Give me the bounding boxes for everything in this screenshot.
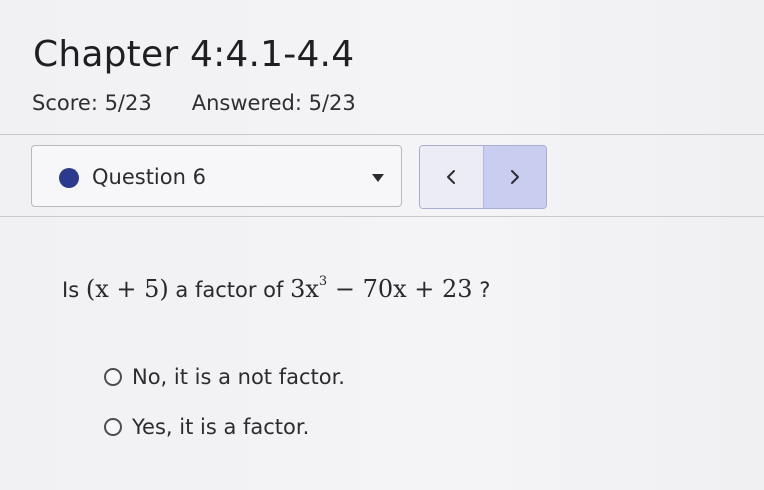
question-prompt: Is (x + 5) a factor of 3x3 − 70x + 23 ? bbox=[62, 262, 490, 310]
question-middle-text: a factor of bbox=[175, 278, 284, 302]
assignment-page: Chapter 4:4.1-4.4 Score: 5/23 Answered: 5… bbox=[0, 0, 764, 490]
next-question-button[interactable] bbox=[483, 146, 546, 208]
header-divider bbox=[0, 134, 764, 135]
question-factor-expression: (x + 5) bbox=[85, 275, 169, 303]
question-polynomial: 3x3 − 70x + 23 bbox=[290, 274, 473, 303]
question-selector-label: Question 6 bbox=[92, 165, 206, 189]
previous-question-button[interactable] bbox=[420, 146, 484, 208]
answer-option-yes[interactable]: Yes, it is a factor. bbox=[104, 412, 309, 442]
chevron-left-icon bbox=[447, 170, 456, 184]
polynomial-remaining-terms: − 70x + 23 bbox=[334, 275, 473, 303]
score-summary: Score: 5/23 Answered: 5/23 bbox=[32, 90, 356, 116]
polynomial-exponent: 3 bbox=[318, 274, 328, 289]
radio-button-no[interactable] bbox=[104, 368, 122, 386]
chevron-right-icon bbox=[510, 170, 519, 184]
answered-text: Answered: 5/23 bbox=[191, 91, 356, 115]
radio-button-yes[interactable] bbox=[104, 418, 122, 436]
nav-divider bbox=[0, 216, 764, 217]
answer-option-no[interactable]: No, it is a not factor. bbox=[104, 362, 345, 392]
question-prefix: Is bbox=[62, 278, 80, 302]
caret-down-icon bbox=[372, 174, 384, 182]
question-selector-dropdown[interactable]: Question 6 bbox=[31, 145, 402, 207]
page-title: Chapter 4:4.1-4.4 bbox=[33, 34, 355, 75]
score-text: Score: 5/23 bbox=[32, 91, 152, 115]
answer-option-label: No, it is a not factor. bbox=[132, 365, 345, 389]
question-status-dot bbox=[59, 168, 79, 188]
answer-option-label: Yes, it is a factor. bbox=[132, 415, 310, 439]
question-nav-buttons bbox=[419, 145, 547, 209]
question-suffix: ? bbox=[479, 278, 491, 302]
polynomial-leading-term: 3x bbox=[290, 275, 319, 303]
